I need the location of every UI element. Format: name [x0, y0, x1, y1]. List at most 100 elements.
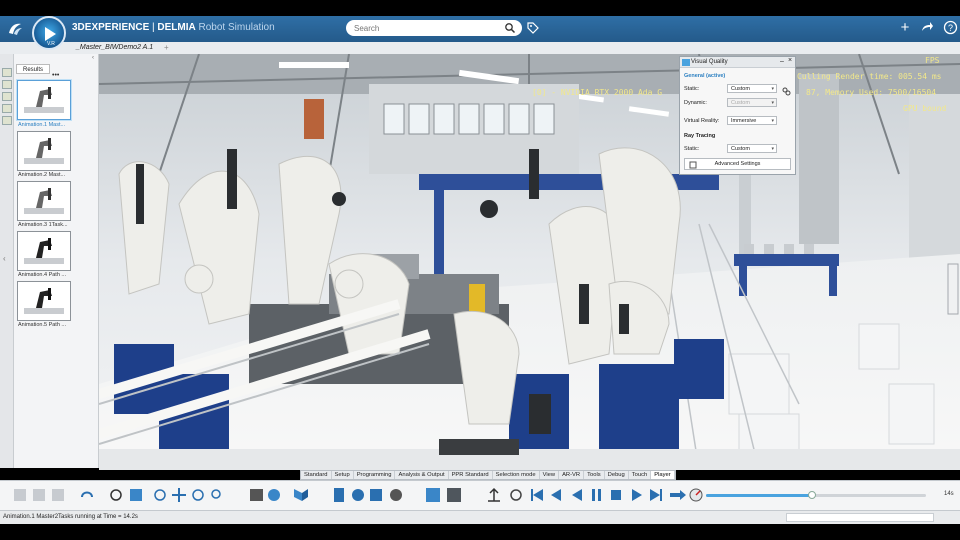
- top-bar: V.R 3DEXPERIENCE | DELMIA Robot Simulati…: [0, 16, 960, 50]
- gpu-name-readout: [0] - NVIDIA RTX 2000 Ada G: [532, 88, 663, 97]
- result-label-4: Animation.4 Path ...: [18, 272, 66, 278]
- strip-tool-2-icon[interactable]: [2, 80, 12, 89]
- timeline-slider[interactable]: [706, 491, 926, 499]
- vr-select[interactable]: Immersive ▾: [727, 116, 777, 125]
- vr-value: Immersive: [731, 118, 757, 124]
- tab-view[interactable]: View: [540, 471, 560, 479]
- robot-animation-icon: [24, 288, 64, 314]
- ray-tracing-section-label: Ray Tracing: [684, 133, 716, 139]
- add-tab-icon[interactable]: +: [164, 42, 169, 54]
- strip-tool-4-icon[interactable]: [2, 104, 12, 113]
- tab-setup[interactable]: Setup: [332, 471, 354, 479]
- dynamic-value: Custom: [731, 100, 750, 106]
- compass-version: V.R: [47, 41, 55, 47]
- result-thumbnail-3[interactable]: [17, 181, 71, 221]
- robot-animation-icon: [24, 138, 64, 164]
- help-icon[interactable]: ?: [942, 20, 958, 36]
- culling-readout: Culling Render time: 005.54 ms: [797, 72, 942, 81]
- result-thumbnail-5[interactable]: [17, 281, 71, 321]
- left-tool-strip: ‹: [0, 54, 14, 468]
- tab-programming[interactable]: Programming: [354, 471, 396, 479]
- tab-ppr-standard[interactable]: PPR Standard: [449, 471, 493, 479]
- dynamic-label: Dynamic:: [684, 100, 707, 106]
- chevron-down-icon: ▾: [771, 146, 774, 152]
- section-tab-bar: Standard Setup Programming Analysis & Outpu…: [300, 470, 676, 480]
- tab-standard[interactable]: Standard: [301, 471, 332, 479]
- dynamic-select[interactable]: Custom ▾: [727, 98, 777, 107]
- result-thumbnail-2[interactable]: [17, 131, 71, 171]
- rt-static-select[interactable]: Custom ▾: [727, 144, 777, 153]
- rt-static-label: Static:: [684, 146, 700, 152]
- robot-animation-icon: [24, 87, 64, 113]
- chevron-down-icon: ▾: [771, 118, 774, 124]
- general-section-label: General (active): [684, 73, 726, 79]
- play-icon: [45, 27, 56, 41]
- share-icon[interactable]: [919, 20, 935, 36]
- robot-animation-icon: [24, 238, 64, 264]
- command-input[interactable]: [786, 513, 934, 522]
- result-label-1: Animation.1 Mast...: [18, 122, 66, 128]
- add-icon[interactable]: +: [897, 20, 913, 36]
- 3d-viewport[interactable]: [99, 54, 960, 470]
- document-tab-bar: _Master_BIWDemo2 A.1 +: [0, 42, 960, 54]
- tab-debug[interactable]: Debug: [605, 471, 629, 479]
- search-input[interactable]: [354, 20, 504, 36]
- collapse-left-icon[interactable]: ‹: [3, 254, 6, 263]
- dassault-logo-icon[interactable]: [6, 20, 24, 38]
- strip-tool-1-icon[interactable]: [2, 68, 12, 77]
- result-label-2: Animation.2 Mast...: [18, 172, 66, 178]
- app-window: V.R 3DEXPERIENCE | DELMIA Robot Simulati…: [0, 0, 960, 540]
- static-select[interactable]: Custom ▾: [727, 84, 777, 93]
- panel-collapse-icon[interactable]: ‹: [92, 55, 94, 61]
- factory-scene: [99, 54, 960, 470]
- tab-player[interactable]: Player: [651, 471, 675, 479]
- tab-selection-mode[interactable]: Selection mode: [493, 471, 540, 479]
- strip-tool-3-icon[interactable]: [2, 92, 12, 101]
- static-label: Static:: [684, 86, 700, 92]
- close-icon[interactable]: ×: [788, 57, 792, 64]
- advanced-settings-label: Advanced Settings: [714, 161, 761, 167]
- bottom-letterbox: [0, 524, 960, 540]
- tab-document[interactable]: _Master_BIWDemo2 A.1: [76, 42, 153, 54]
- memory-readout: 87, Memory Used: 7500/16504: [806, 88, 937, 97]
- gpu-bound-readout: GPU bound: [903, 104, 947, 113]
- robot-animation-icon: [24, 188, 64, 214]
- result-thumbnail-4[interactable]: [17, 231, 71, 271]
- app-title: 3DEXPERIENCE | DELMIA Robot Simulation: [72, 22, 275, 33]
- status-bar: Animation.1 Master2Tasks running at Time…: [0, 510, 960, 524]
- compass-icon[interactable]: V.R: [32, 16, 66, 50]
- status-message: Animation.1 Master2Tasks running at Time…: [3, 514, 138, 520]
- brand-product: DELMIA: [157, 22, 196, 33]
- fps-readout: FPS: [925, 56, 940, 65]
- timeline-handle[interactable]: [807, 491, 816, 499]
- link-icon[interactable]: [782, 87, 791, 96]
- result-label-5: Animation.5 Path ...: [18, 322, 66, 328]
- svg-text:?: ?: [948, 23, 953, 33]
- visual-quality-dialog: Visual Quality – × General (active) Stat…: [679, 56, 796, 175]
- vr-label: Virtual Reality:: [684, 118, 720, 124]
- chevron-down-icon: ▾: [771, 100, 774, 106]
- search-box: [346, 20, 522, 36]
- static-value: Custom: [731, 86, 750, 92]
- time-readout: 14s: [944, 491, 954, 497]
- tab-results[interactable]: Results: [16, 64, 50, 74]
- dialog-title: Visual Quality: [691, 59, 728, 65]
- advanced-settings-button[interactable]: Advanced Settings: [684, 158, 791, 170]
- app-name: Robot Simulation: [195, 22, 275, 33]
- strip-tool-5-icon[interactable]: [2, 116, 12, 125]
- tag-icon[interactable]: [526, 21, 540, 35]
- dialog-header: Visual Quality – ×: [680, 57, 795, 68]
- tab-tools[interactable]: Tools: [584, 471, 605, 479]
- result-thumbnail-1[interactable]: [17, 80, 71, 120]
- brand-name: 3DEXPERIENCE: [72, 22, 150, 33]
- tab-touch[interactable]: Touch: [629, 471, 652, 479]
- minimize-icon[interactable]: –: [780, 58, 784, 65]
- tab-ar-vr[interactable]: AR-VR: [559, 471, 585, 479]
- settings-icon: [689, 161, 697, 169]
- timeline-progress: [706, 494, 812, 497]
- result-label-3: Animation.3 1Task...: [18, 222, 68, 228]
- more-options-icon[interactable]: •••: [52, 72, 59, 79]
- search-icon[interactable]: [504, 22, 516, 34]
- rt-static-value: Custom: [731, 146, 750, 152]
- tab-analysis-output[interactable]: Analysis & Output: [395, 471, 449, 479]
